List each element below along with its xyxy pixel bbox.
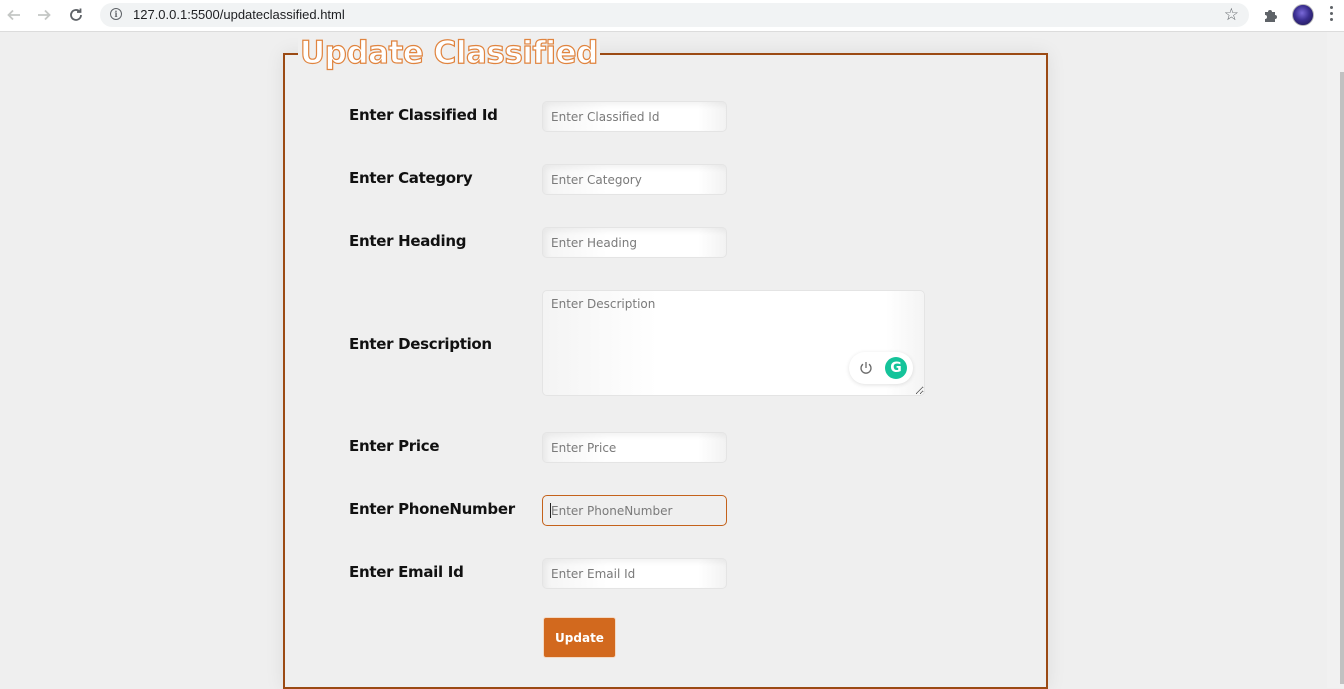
arrow-left-icon (7, 9, 20, 21)
reload-button[interactable] (65, 4, 87, 26)
browser-toolbar: i 127.0.0.1:5500/updateclassified.html ☆ (0, 0, 1344, 32)
scrollbar-thumb[interactable] (1340, 72, 1344, 684)
back-button[interactable] (3, 4, 25, 26)
price-label: Enter Price (349, 437, 440, 455)
info-icon[interactable]: i (110, 8, 122, 20)
category-input[interactable] (542, 164, 727, 195)
description-label: Enter Description (349, 335, 492, 353)
arrow-right-icon (38, 9, 51, 21)
text-caret (550, 503, 551, 518)
avatar[interactable] (1292, 4, 1314, 26)
power-icon[interactable] (858, 360, 874, 376)
form-legend: Update Classified (298, 34, 600, 72)
star-icon[interactable]: ☆ (1224, 5, 1239, 25)
email-id-label: Enter Email Id (349, 563, 464, 581)
price-input[interactable] (542, 432, 727, 463)
url-text: 127.0.0.1:5500/updateclassified.html (133, 7, 345, 22)
category-label: Enter Category (349, 169, 473, 187)
grammarly-icon[interactable]: G (885, 357, 907, 379)
kebab-menu-icon[interactable] (1328, 6, 1334, 24)
heading-label: Enter Heading (349, 232, 467, 250)
forward-button[interactable] (33, 4, 55, 26)
update-button[interactable]: Update (543, 617, 616, 658)
page-scrollbar[interactable] (1327, 32, 1344, 688)
grammarly-widget[interactable]: G (849, 352, 913, 384)
address-bar[interactable]: i 127.0.0.1:5500/updateclassified.html ☆ (100, 3, 1249, 27)
email-id-input[interactable] (542, 558, 727, 589)
classified-id-label: Enter Classified Id (349, 106, 498, 124)
phone-number-label: Enter PhoneNumber (349, 500, 515, 518)
reload-icon (70, 8, 82, 21)
classified-id-input[interactable] (542, 101, 727, 132)
heading-input[interactable] (542, 227, 727, 258)
phone-number-input[interactable] (542, 495, 727, 526)
puzzle-icon[interactable] (1262, 6, 1280, 24)
